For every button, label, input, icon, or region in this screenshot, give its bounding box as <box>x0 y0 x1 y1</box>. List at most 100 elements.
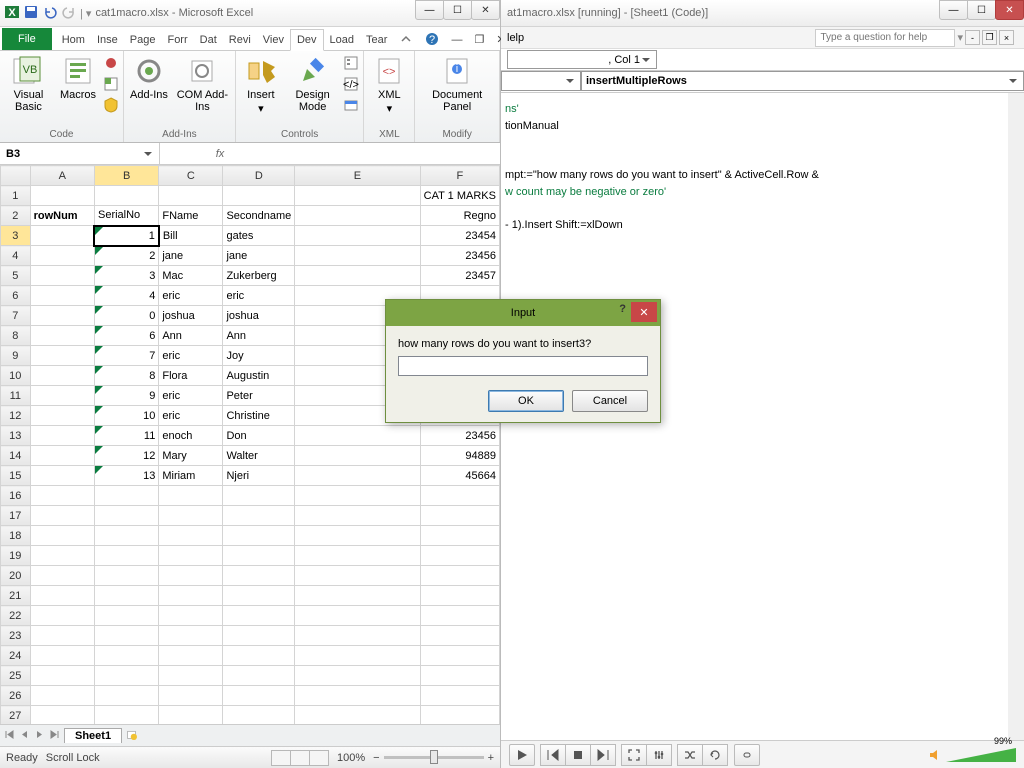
close-button[interactable]: ✕ <box>471 0 500 20</box>
cell[interactable] <box>295 606 420 626</box>
shuffle-icon[interactable] <box>677 744 703 766</box>
tab-first-icon[interactable] <box>4 729 15 743</box>
zoom-level[interactable]: 100% <box>337 752 365 764</box>
volume-control[interactable]: 99% <box>928 748 1016 762</box>
cell[interactable] <box>30 486 94 506</box>
cell[interactable] <box>223 186 295 206</box>
cell[interactable]: Mary <box>159 446 223 466</box>
cell[interactable] <box>159 686 223 706</box>
tab-page[interactable]: Page <box>124 30 162 50</box>
record-macro-icon[interactable] <box>103 55 119 74</box>
cell[interactable] <box>94 606 158 626</box>
run-dialog-icon[interactable] <box>343 97 359 116</box>
properties-icon[interactable] <box>343 55 359 74</box>
cell[interactable] <box>159 666 223 686</box>
cell[interactable] <box>30 266 94 286</box>
cell[interactable] <box>30 666 94 686</box>
cell[interactable]: 94889 <box>420 446 499 466</box>
cell[interactable] <box>30 546 94 566</box>
cell[interactable] <box>30 446 94 466</box>
win-min-icon[interactable]: — <box>445 30 468 50</box>
cell[interactable] <box>295 246 420 266</box>
cell[interactable] <box>94 526 158 546</box>
tab-team[interactable]: Tear <box>360 30 393 50</box>
cell[interactable] <box>295 626 420 646</box>
cell[interactable]: 23454 <box>420 226 499 246</box>
cell[interactable] <box>94 566 158 586</box>
cell[interactable]: Christine <box>223 406 295 426</box>
cell[interactable] <box>30 226 94 246</box>
minimize-button[interactable]: — <box>415 0 444 20</box>
vbe-menu-help[interactable]: lelp <box>507 32 524 44</box>
cell[interactable] <box>223 546 295 566</box>
sheet-tab-sheet1[interactable]: Sheet1 <box>64 728 122 743</box>
cell[interactable] <box>94 486 158 506</box>
cell[interactable] <box>420 606 499 626</box>
tab-formulas[interactable]: Forr <box>161 30 193 50</box>
cell[interactable] <box>295 466 420 486</box>
cell[interactable]: eric <box>159 406 223 426</box>
macros-button[interactable]: Macros <box>57 53 99 103</box>
cell[interactable]: Ann <box>159 326 223 346</box>
view-buttons[interactable] <box>272 750 329 766</box>
win-restore-icon[interactable]: ❐ <box>468 29 490 50</box>
cell[interactable] <box>30 286 94 306</box>
cell[interactable]: 2 <box>94 246 158 266</box>
cell[interactable] <box>223 566 295 586</box>
cell[interactable] <box>159 706 223 725</box>
cell[interactable] <box>420 686 499 706</box>
cell[interactable] <box>30 566 94 586</box>
tab-review[interactable]: Revi <box>223 30 257 50</box>
cell[interactable]: Miriam <box>159 466 223 486</box>
cell[interactable]: eric <box>223 286 295 306</box>
use-relative-icon[interactable] <box>103 76 119 95</box>
cell[interactable]: Walter <box>223 446 295 466</box>
cell[interactable] <box>94 706 158 725</box>
cell[interactable]: 0 <box>94 306 158 326</box>
cell[interactable]: FName <box>159 206 223 226</box>
settings-icon[interactable] <box>646 744 672 766</box>
cell[interactable]: 10 <box>94 406 158 426</box>
cell[interactable] <box>223 646 295 666</box>
cell[interactable] <box>420 646 499 666</box>
cell[interactable]: eric <box>159 286 223 306</box>
cell[interactable] <box>420 666 499 686</box>
vbe-help-search[interactable] <box>815 29 955 47</box>
cell[interactable]: Bill <box>159 226 223 246</box>
cell[interactable]: 9 <box>94 386 158 406</box>
undo-icon[interactable] <box>42 4 58 23</box>
cell[interactable]: 23456 <box>420 426 499 446</box>
cell[interactable] <box>223 586 295 606</box>
cell[interactable]: 4 <box>94 286 158 306</box>
vbe-minimize-button[interactable]: — <box>939 0 968 20</box>
tab-home[interactable]: Hom <box>56 30 91 50</box>
cell[interactable] <box>295 686 420 706</box>
name-box[interactable]: B3 <box>0 143 160 164</box>
cell[interactable] <box>159 506 223 526</box>
maximize-button[interactable]: ☐ <box>443 0 472 20</box>
cell[interactable] <box>420 486 499 506</box>
cell[interactable]: rowNum <box>30 206 94 226</box>
cell[interactable]: Secondname <box>223 206 295 226</box>
tab-next-icon[interactable] <box>34 729 45 743</box>
cell[interactable] <box>30 506 94 526</box>
cell[interactable] <box>295 186 420 206</box>
cell[interactable] <box>30 466 94 486</box>
insert-control-button[interactable]: Insert▾ <box>240 53 282 117</box>
cell[interactable] <box>420 706 499 725</box>
cell[interactable] <box>159 586 223 606</box>
cell[interactable] <box>295 646 420 666</box>
cell[interactable] <box>30 326 94 346</box>
cell[interactable] <box>223 666 295 686</box>
cell[interactable]: Regno <box>420 206 499 226</box>
cell[interactable]: gates <box>223 226 295 246</box>
cell[interactable] <box>295 706 420 725</box>
cell[interactable] <box>223 606 295 626</box>
cell[interactable]: 12 <box>94 446 158 466</box>
cell[interactable] <box>94 586 158 606</box>
dropdown-icon[interactable] <box>640 54 652 66</box>
cell[interactable] <box>30 426 94 446</box>
repeat-icon[interactable] <box>702 744 728 766</box>
zoom-slider[interactable]: −+ <box>373 752 494 764</box>
cell[interactable]: 45664 <box>420 466 499 486</box>
